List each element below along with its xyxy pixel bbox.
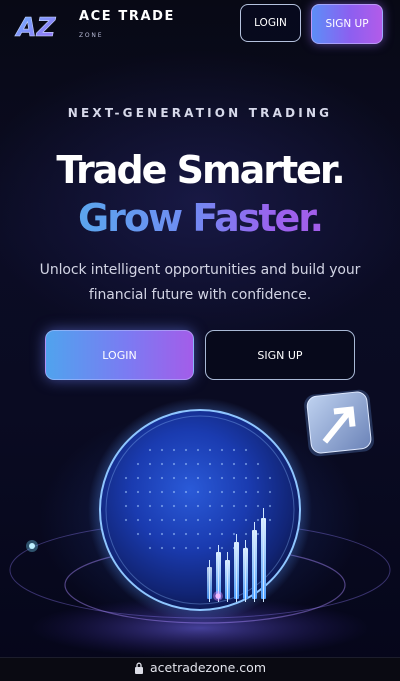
brand-logo[interactable]: AZ: [14, 9, 58, 43]
glow-node-center-core: [215, 593, 221, 599]
url-text: acetradezone.com: [149, 660, 267, 675]
globe: [99, 409, 301, 611]
browser-url-bar[interactable]: acetradezone.com: [0, 657, 400, 681]
url-container: acetradezone.com: [0, 660, 400, 675]
hero-headline-line2: Grow Faster.: [0, 193, 400, 243]
hero-headline-line1: Trade Smarter.: [56, 148, 345, 192]
hero-login-button[interactable]: LOGIN: [45, 330, 194, 380]
hero-illustration: [9, 389, 391, 658]
glow-node-left-core: [29, 543, 35, 549]
brand-subtitle: ZONE: [79, 32, 104, 39]
header-login-button[interactable]: LOGIN: [240, 4, 301, 42]
hero-subtitle: Unlock intelligent opportunities and bui…: [39, 262, 361, 303]
arrow-up-right-icon: [304, 389, 375, 457]
landing-page: AZ ACE TRADE ZONE LOGIN SIGN UP NEXT-GEN…: [0, 0, 400, 681]
lock-icon: [134, 662, 143, 674]
logo-mark: AZ: [15, 13, 57, 43]
header-signup-button[interactable]: SIGN UP: [311, 4, 383, 44]
hero-headline-gradient-text: Grow Faster.: [77, 196, 324, 240]
brand-name: ACE TRADE: [79, 9, 176, 24]
top-nav-bar: AZ ACE TRADE ZONE LOGIN SIGN UP: [0, 0, 400, 50]
hero-signup-button[interactable]: SIGN UP: [205, 330, 355, 380]
hero-eyebrow: NEXT-GENERATION TRADING: [67, 106, 333, 120]
